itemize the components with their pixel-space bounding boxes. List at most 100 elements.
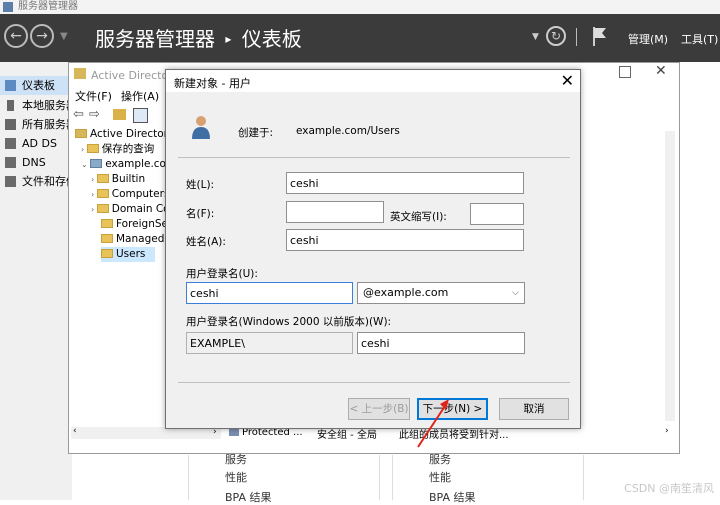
flag-icon[interactable] [592, 25, 608, 47]
collapse-icon[interactable]: ⌄ [81, 160, 90, 169]
logon-name-input[interactable] [186, 282, 353, 304]
tools-menu[interactable]: 工具(T) [681, 31, 718, 47]
servers-icon [5, 119, 16, 130]
new-user-dialog: 新建对象 - 用户 ✕ 创建于: example.com/Users 姓(L):… [165, 69, 581, 429]
adds-icon [5, 138, 16, 149]
tree-saved-queries[interactable]: › 保存的查询 [81, 142, 154, 157]
storage-icon [5, 176, 16, 187]
chevron-down-icon: ⌵ [512, 288, 519, 298]
breadcrumb: 服务器管理器 ▸ 仪表板 [95, 23, 302, 52]
tile-item[interactable]: 服务 [225, 451, 247, 467]
close-icon[interactable]: ✕ [561, 71, 574, 90]
tile-item[interactable]: 服务 [429, 451, 451, 467]
watermark: CSDN @南笙清风 [624, 482, 714, 495]
divider [178, 382, 570, 383]
sidebar-item-label: 本地服务器 [22, 99, 72, 112]
given-name-label: 名(F): [186, 208, 215, 220]
folder-icon [86, 144, 99, 153]
folder-icon [101, 219, 113, 228]
user-icon [192, 116, 210, 139]
given-name-input[interactable] [286, 201, 384, 223]
sidebar-item-adds[interactable]: AD DS [0, 134, 72, 153]
scroll-right-icon[interactable]: › [665, 426, 669, 436]
tile-right: 服务 性能 BPA 结果 [392, 453, 584, 504]
tree-domain-controllers[interactable]: › Domain Controllers [91, 202, 167, 217]
tile-item[interactable]: BPA 结果 [429, 489, 476, 505]
app-title: 服务器管理器 [95, 27, 215, 51]
sidebar-item-dashboard[interactable]: 仪表板 [0, 76, 72, 95]
back-icon[interactable]: ⇦ [73, 107, 84, 122]
menu-action[interactable]: 操作(A) [121, 88, 159, 104]
cancel-button[interactable]: 取消 [499, 398, 569, 420]
sidebar-item-label: 仪表板 [22, 79, 55, 92]
create-in-label: 创建于: [238, 127, 274, 139]
initials-input[interactable] [470, 203, 524, 225]
dashboard-icon [5, 80, 16, 91]
pre2000-name-input[interactable] [357, 332, 525, 354]
sidebar-item-label: 所有服务器 [22, 118, 72, 131]
surname-label: 姓(L): [186, 179, 215, 191]
folder-icon [96, 204, 109, 213]
domain-select[interactable]: @example.com ⌵ [357, 282, 525, 304]
divider [178, 157, 570, 158]
tree-computers[interactable]: › Computers [91, 187, 167, 202]
ad-icon [75, 129, 87, 138]
fullname-input[interactable] [286, 229, 524, 251]
tile-item[interactable]: 性能 [225, 469, 247, 485]
server-icon [7, 100, 14, 111]
logon-name-label: 用户登录名(U): [186, 268, 258, 280]
tree-users[interactable]: Users [101, 247, 155, 262]
window-titlebar: 服务器管理器 [0, 0, 720, 14]
dropdown-icon[interactable]: ▼ [532, 32, 539, 42]
app-icon [3, 2, 13, 12]
tile-item[interactable]: BPA 结果 [225, 489, 272, 505]
forward-icon[interactable]: ⇨ [89, 107, 100, 122]
menu-file[interactable]: 文件(F) [75, 88, 112, 104]
tree-managed-service[interactable]: Managed Service Accounts [101, 232, 167, 247]
tile-left: 服务 性能 BPA 结果 [188, 453, 380, 504]
pre2000-domain-field [186, 332, 353, 354]
sidebar-item-local-server[interactable]: 本地服务器 [0, 96, 72, 115]
tree-domain[interactable]: ⌄ example.com [81, 157, 176, 172]
divider [576, 28, 577, 46]
tree-pane: Active Directory › 保存的查询 ⌄ example.com ›… [71, 125, 176, 427]
folder-icon [96, 189, 109, 198]
history-dropdown-icon[interactable]: ▼ [60, 31, 68, 42]
sidebar-item-storage[interactable]: 文件和存储服务 [0, 172, 72, 191]
initials-label: 英文缩写(I): [390, 211, 447, 223]
dialog-titlebar: 新建对象 - 用户 ✕ [166, 70, 580, 92]
refresh-icon[interactable]: ↻ [546, 26, 566, 46]
forward-arrow-icon[interactable]: → [30, 24, 54, 48]
tree-builtin[interactable]: › Builtin [91, 172, 167, 187]
back-button[interactable]: < 上一步(B) [348, 398, 410, 420]
sidebar: 仪表板 本地服务器 所有服务器 AD DS DNS 文件和存储服务 [0, 62, 72, 500]
tree-foreign-security[interactable]: ForeignSecurityPrincipals [101, 217, 167, 232]
pre2000-label: 用户登录名(Windows 2000 以前版本)(W): [186, 316, 392, 328]
surname-input[interactable] [286, 172, 524, 194]
tree-root[interactable]: Active Directory [75, 127, 174, 142]
close-icon[interactable]: ✕ [655, 63, 667, 79]
back-arrow-icon[interactable]: ← [4, 24, 28, 48]
sidebar-item-label: AD DS [22, 137, 57, 150]
aduc-app-icon [74, 68, 86, 79]
view-icon[interactable] [133, 108, 148, 123]
window-title: 服务器管理器 [18, 1, 78, 12]
folder-icon [101, 234, 113, 243]
maximize-icon[interactable] [619, 66, 631, 78]
page-title: 仪表板 [241, 27, 302, 51]
next-button[interactable]: 下一步(N) > [417, 398, 488, 420]
domain-select-value: @example.com [363, 286, 449, 299]
folder-icon [101, 249, 113, 258]
folder-up-icon[interactable] [113, 109, 126, 120]
vertical-scrollbar[interactable] [665, 131, 675, 421]
fullname-label: 姓名(A): [186, 236, 226, 248]
sidebar-item-label: DNS [22, 156, 46, 169]
dialog-title: 新建对象 - 用户 [174, 77, 251, 90]
domain-icon [90, 159, 103, 168]
dns-icon [5, 157, 16, 168]
breadcrumb-separator: ▸ [225, 32, 232, 46]
sidebar-item-all-servers[interactable]: 所有服务器 [0, 115, 72, 134]
sidebar-item-dns[interactable]: DNS [0, 153, 72, 172]
tile-item[interactable]: 性能 [429, 469, 451, 485]
manage-menu[interactable]: 管理(M) [628, 31, 668, 47]
